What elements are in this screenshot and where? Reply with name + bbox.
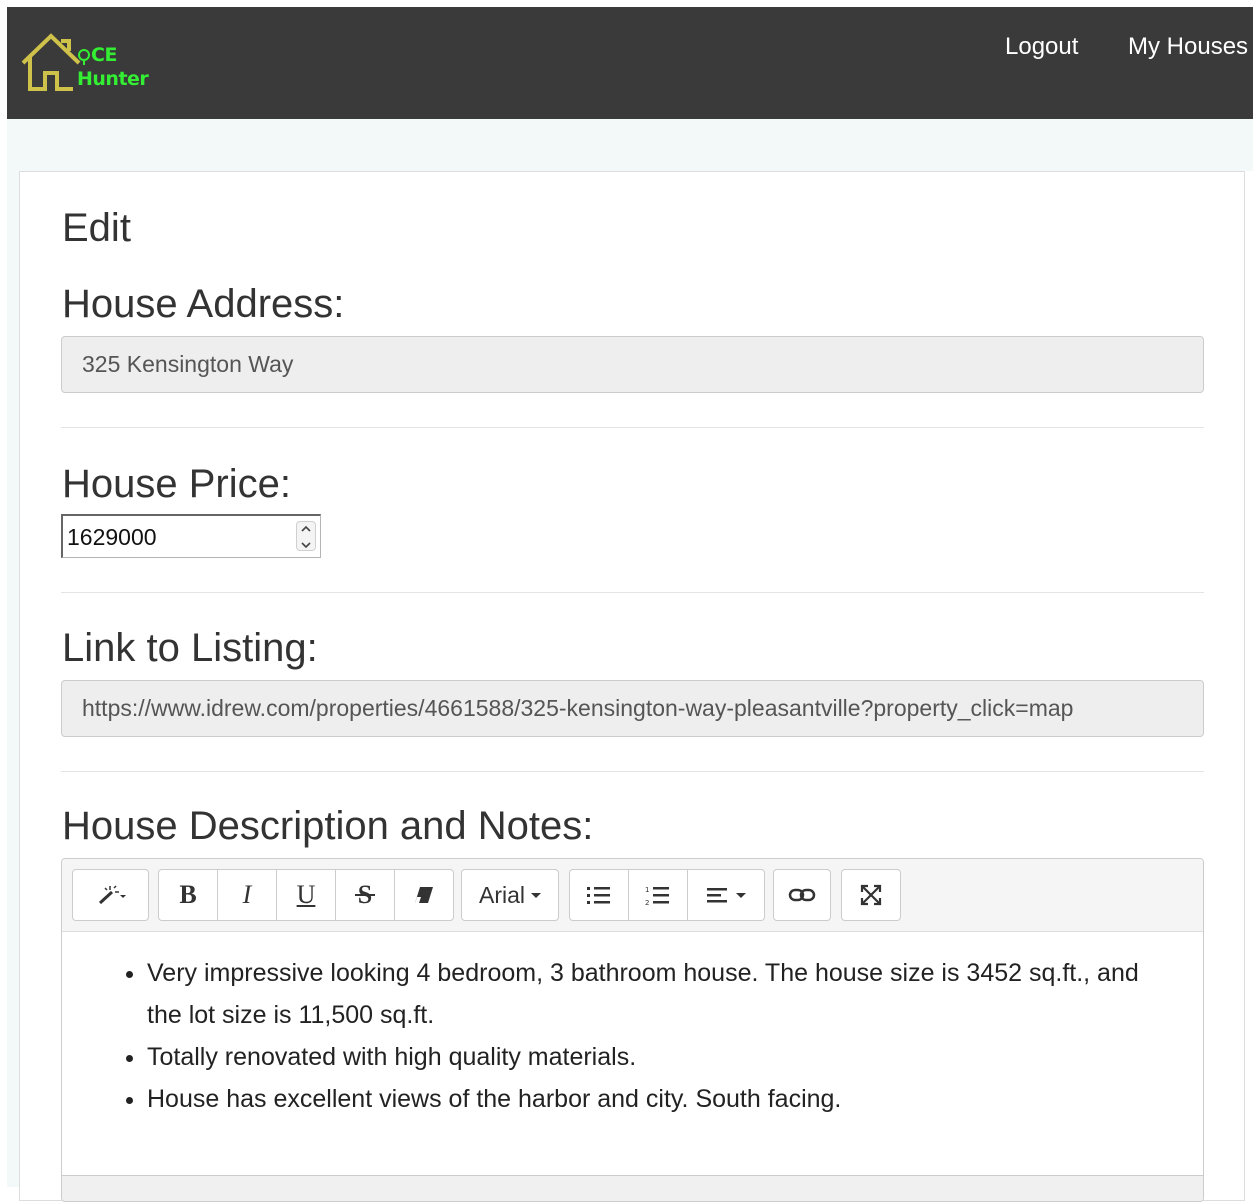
house-price-value: 1629000 bbox=[67, 524, 157, 550]
clear-format-button[interactable] bbox=[394, 869, 454, 921]
my-houses-link[interactable]: My Houses bbox=[1128, 33, 1248, 61]
insert-group bbox=[773, 869, 831, 921]
listing-link-label: Link to Listing: bbox=[62, 626, 318, 670]
house-price-input[interactable]: 1629000 bbox=[61, 514, 321, 558]
house-price-label: House Price: bbox=[62, 462, 291, 506]
underline-button[interactable]: U bbox=[276, 869, 336, 921]
caret-down-icon bbox=[736, 892, 746, 898]
price-stepper[interactable] bbox=[296, 521, 316, 551]
fullscreen-button[interactable] bbox=[841, 869, 901, 921]
editor-content-area[interactable]: Very impressive looking 4 bedroom, 3 bat… bbox=[62, 932, 1203, 1201]
style-button[interactable] bbox=[72, 869, 149, 921]
edit-panel: Edit House Address: 325 Kensington Way H… bbox=[19, 171, 1245, 1202]
list-item: House has excellent views of the harbor … bbox=[147, 1078, 1203, 1120]
italic-icon: I bbox=[242, 880, 252, 909]
brand-logo[interactable]: CE Hunter bbox=[21, 33, 151, 95]
fullscreen-icon bbox=[860, 884, 882, 906]
insert-link-button[interactable] bbox=[773, 869, 831, 921]
page-background-strip bbox=[7, 171, 19, 1187]
underline-icon: U bbox=[296, 880, 316, 909]
strikethrough-icon: S bbox=[355, 881, 375, 909]
ordered-list-icon: 1 2 bbox=[645, 886, 669, 906]
divider bbox=[61, 592, 1204, 593]
description-label: House Description and Notes: bbox=[62, 804, 594, 848]
paragraph-group: 1 2 bbox=[569, 869, 765, 921]
brand-text-bottom: Hunter bbox=[77, 68, 149, 90]
font-name-value: Arial bbox=[478, 881, 525, 908]
house-address-label: House Address: bbox=[62, 282, 345, 326]
strikethrough-button[interactable]: S bbox=[335, 869, 395, 921]
unordered-list-button[interactable] bbox=[569, 869, 629, 921]
page-title: Edit bbox=[62, 206, 131, 250]
brand-text-top: CE bbox=[91, 44, 117, 66]
editor-resize-bar[interactable] bbox=[62, 1175, 1203, 1201]
caret-down-icon bbox=[531, 892, 541, 898]
chevron-up-icon bbox=[301, 525, 311, 532]
align-icon bbox=[707, 888, 727, 903]
listing-link-field[interactable]: https://www.idrew.com/properties/4661588… bbox=[61, 680, 1204, 737]
page-background-band bbox=[7, 119, 1253, 171]
bold-icon: B bbox=[179, 880, 197, 909]
view-group bbox=[841, 869, 901, 921]
align-dropdown[interactable] bbox=[687, 869, 765, 921]
logout-link[interactable]: Logout bbox=[1005, 33, 1078, 61]
rich-text-editor: B I U S Arial 1 2 • Very impressive look… bbox=[61, 858, 1204, 1202]
link-icon bbox=[788, 888, 816, 902]
house-address-field[interactable]: 325 Kensington Way bbox=[61, 336, 1204, 393]
svg-text:1: 1 bbox=[645, 886, 649, 894]
italic-button[interactable]: I bbox=[217, 869, 277, 921]
svg-text:2: 2 bbox=[645, 899, 649, 906]
ordered-list-button[interactable]: 1 2 bbox=[628, 869, 688, 921]
font-name-dropdown[interactable]: Arial bbox=[461, 869, 559, 921]
list-item: Very impressive looking 4 bedroom, 3 bat… bbox=[147, 952, 1203, 1036]
house-outline-icon bbox=[21, 33, 81, 91]
chevron-down-icon bbox=[301, 542, 311, 549]
font-name-group: Arial bbox=[461, 869, 559, 921]
eraser-icon bbox=[415, 887, 433, 903]
style-group bbox=[72, 869, 149, 921]
divider bbox=[61, 771, 1204, 772]
list-item: Totally renovated with high quality mate… bbox=[147, 1036, 1203, 1078]
editor-toolbar: B I U S Arial 1 2 bbox=[62, 859, 1203, 932]
unordered-list-icon bbox=[587, 887, 610, 904]
bold-button[interactable]: B bbox=[158, 869, 218, 921]
navbar: CE Hunter Logout My Houses bbox=[7, 7, 1253, 119]
divider bbox=[61, 427, 1204, 428]
font-style-group: B I U S bbox=[158, 869, 454, 921]
magic-wand-icon bbox=[98, 885, 126, 905]
description-list: Very impressive looking 4 bedroom, 3 bat… bbox=[147, 952, 1203, 1120]
tree-icon bbox=[78, 49, 90, 65]
